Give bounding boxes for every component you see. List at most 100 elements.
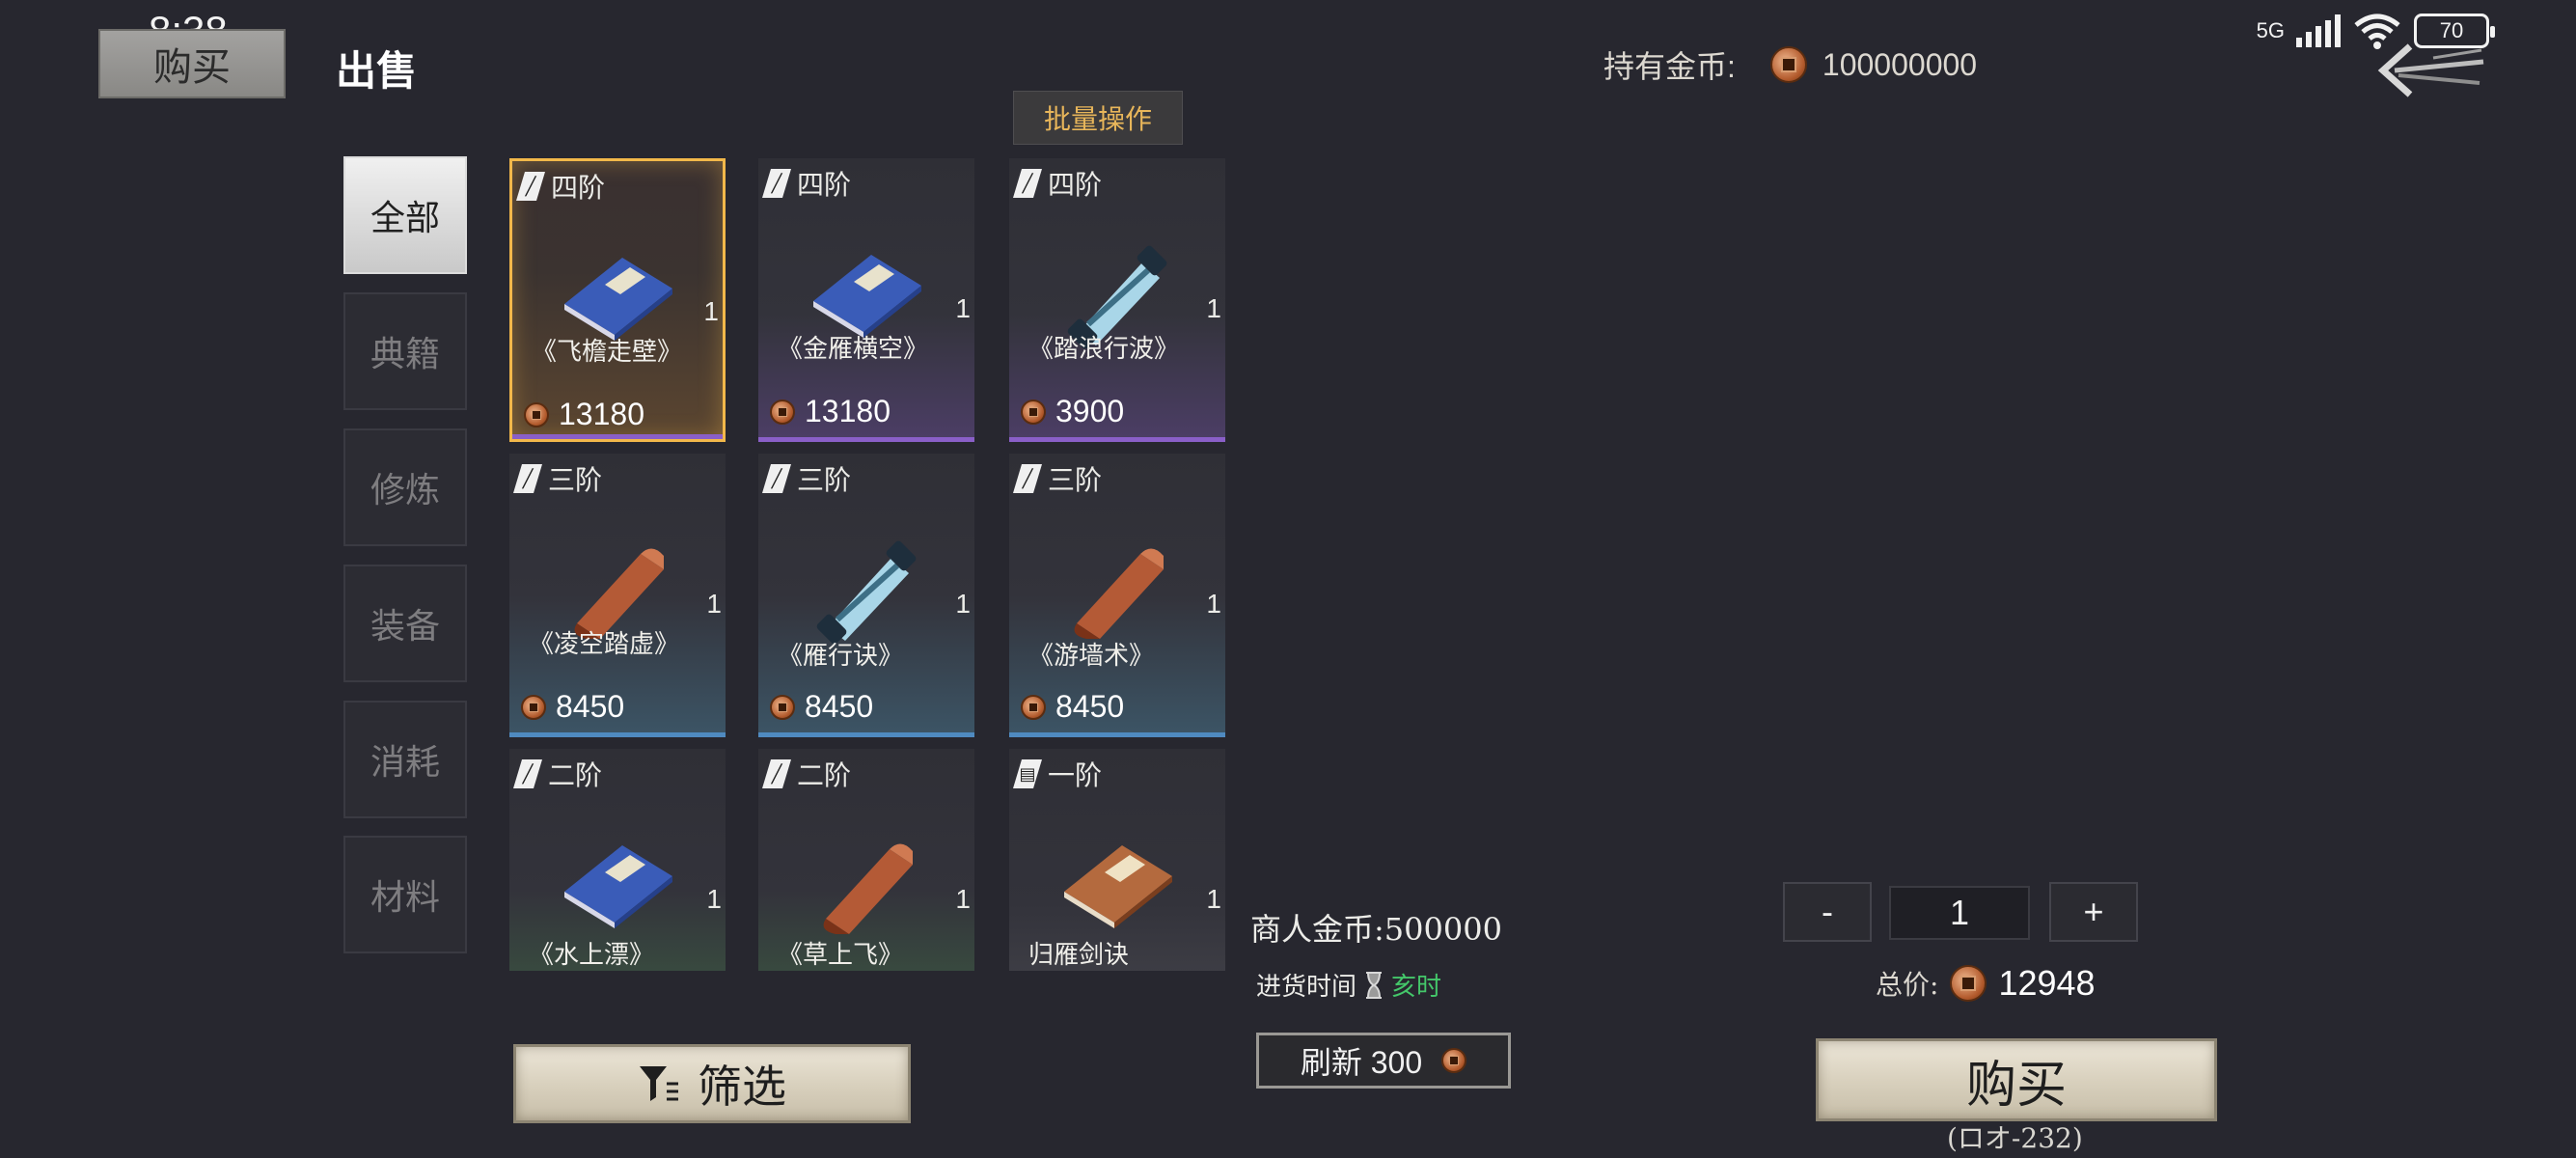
- blue-book-icon: [813, 255, 921, 338]
- tier-badge: ╱ 二阶: [762, 755, 851, 793]
- item-tier: 二阶: [548, 759, 603, 791]
- rarity-bar: [512, 434, 723, 439]
- item-name: 《草上飞》: [778, 941, 904, 970]
- item-quantity: 1: [955, 293, 971, 323]
- signal-icon: [2296, 14, 2341, 47]
- quantity-plus-button[interactable]: +: [2049, 882, 2138, 942]
- item-price-value: 13180: [805, 394, 891, 428]
- tier-icon: ╱: [1013, 169, 1042, 198]
- tier-badge: ╱ 三阶: [1013, 459, 1102, 498]
- item-quantity: 1: [955, 589, 971, 619]
- coin-icon: [1950, 965, 1987, 1002]
- item-tier: 四阶: [797, 169, 852, 201]
- item-price: 8450: [770, 689, 873, 725]
- tier-badge: ╱ 三阶: [762, 459, 851, 498]
- merchant-coins-value: 500000: [1384, 911, 1502, 948]
- item-name: 《金雁横空》: [778, 335, 929, 364]
- filter-button[interactable]: 筛选: [513, 1044, 911, 1123]
- item-price-value: 13180: [559, 397, 644, 431]
- item-quantity: 1: [1206, 884, 1221, 914]
- refresh-button[interactable]: 刷新 300: [1256, 1033, 1511, 1089]
- item-price: 8450: [521, 689, 624, 725]
- tier-icon: ╱: [1013, 464, 1042, 493]
- blue-book-icon: [564, 845, 672, 928]
- held-coins-label: 持有金币:: [1603, 49, 1736, 84]
- item-price: 13180: [770, 394, 891, 429]
- rarity-bar: [758, 437, 974, 442]
- item-tier: 一阶: [1048, 759, 1103, 791]
- item-card[interactable]: ╱ 三阶 1 《游墙术》 8450: [1009, 454, 1225, 737]
- merchant-coins-label: 商人金币:: [1250, 911, 1384, 948]
- coin-icon: [524, 401, 549, 427]
- item-name: 归雁剑诀: [1028, 941, 1130, 970]
- back-arrow-icon[interactable]: [2375, 41, 2491, 100]
- category-all[interactable]: 全部: [343, 156, 467, 274]
- batch-operation-button[interactable]: 批量操作: [1013, 91, 1183, 145]
- item-card[interactable]: ▤ 一阶 1 归雁剑诀: [1009, 749, 1225, 971]
- tier-badge: ╱ 二阶: [513, 755, 602, 793]
- category-cultivation[interactable]: 修炼: [343, 428, 467, 546]
- item-quantity: 1: [706, 884, 722, 914]
- item-price-value: 8450: [556, 689, 625, 724]
- tier-icon: ╱: [762, 759, 791, 788]
- item-quantity: 1: [1206, 293, 1221, 323]
- item-quantity: 1: [703, 296, 719, 326]
- coin-icon: [521, 694, 546, 720]
- coin-icon: [770, 694, 795, 720]
- restock-label: 进货时间: [1256, 973, 1357, 1002]
- quantity-field[interactable]: 1: [1889, 886, 2030, 940]
- refresh-label: 刷新 300: [1300, 1045, 1423, 1080]
- restock-value: 亥时: [1391, 973, 1442, 1002]
- total-price-label: 总价:: [1876, 969, 1939, 1001]
- category-equipment[interactable]: 装备: [343, 565, 467, 682]
- item-price-value: 8450: [805, 689, 874, 724]
- item-quantity: 1: [955, 884, 971, 914]
- total-price-value: 12948: [1998, 963, 2096, 1003]
- tier-icon: ╱: [762, 169, 791, 198]
- brown-scroll-icon: [574, 548, 664, 639]
- brown-book-icon: [1064, 845, 1172, 928]
- item-quantity: 1: [1206, 589, 1221, 619]
- item-quantity: 1: [706, 589, 722, 619]
- item-card[interactable]: ╱ 三阶 1 《凌空踏虚》 8450: [509, 454, 726, 737]
- brown-scroll-icon: [823, 843, 913, 934]
- coin-icon: [1021, 399, 1046, 425]
- tier-icon: ╱: [513, 759, 542, 788]
- item-price-value: 3900: [1055, 394, 1125, 428]
- item-card[interactable]: ╱ 三阶 1 《雁行诀》 8450: [758, 454, 974, 737]
- rarity-bar: [1009, 437, 1225, 442]
- item-name: 《水上漂》: [529, 941, 655, 970]
- item-card[interactable]: ╱ 二阶 1 《草上飞》: [758, 749, 974, 971]
- item-card[interactable]: ╱ 二阶 1 《水上漂》: [509, 749, 726, 971]
- restock-time: 进货时间 亥时: [1256, 967, 1441, 1003]
- coin-icon: [1441, 1048, 1467, 1073]
- item-tier: 三阶: [548, 464, 603, 496]
- category-classics[interactable]: 典籍: [343, 292, 467, 410]
- tab-sell[interactable]: 出售: [336, 39, 417, 97]
- tier-badge: ╱ 四阶: [1013, 164, 1102, 203]
- buy-button[interactable]: 购买: [1816, 1038, 2217, 1121]
- item-tier: 三阶: [1048, 464, 1103, 496]
- category-consumables[interactable]: 消耗: [343, 701, 467, 818]
- item-price: 8450: [1021, 689, 1124, 725]
- tab-buy[interactable]: 购买: [98, 29, 286, 98]
- item-tier: 三阶: [797, 464, 852, 496]
- category-materials[interactable]: 材料: [343, 836, 467, 953]
- item-tier: 四阶: [1048, 169, 1103, 201]
- filter-icon: [640, 1066, 678, 1101]
- item-name: 《雁行诀》: [778, 642, 904, 671]
- item-tier: 四阶: [551, 172, 606, 204]
- item-price-value: 8450: [1055, 689, 1125, 724]
- quantity-minus-button[interactable]: -: [1783, 882, 1872, 942]
- item-tier: 二阶: [797, 759, 852, 791]
- rarity-bar: [758, 732, 974, 737]
- blue-scroll-icon: [816, 540, 917, 645]
- book-icon: ▤: [1013, 759, 1042, 788]
- tier-icon: ╱: [762, 464, 791, 493]
- item-card[interactable]: ╱ 四阶 1 《金雁横空》 13180: [758, 158, 974, 442]
- item-card[interactable]: ╱ 四阶 1 《踏浪行波》 3900: [1009, 158, 1225, 442]
- item-card[interactable]: ╱ 四阶 1 《飞檐走壁》 13180: [509, 158, 726, 442]
- tier-badge: ╱ 三阶: [513, 459, 602, 498]
- total-price: 总价: 12948: [1876, 963, 2096, 1004]
- held-coins-amount: 100000000: [1822, 46, 1978, 82]
